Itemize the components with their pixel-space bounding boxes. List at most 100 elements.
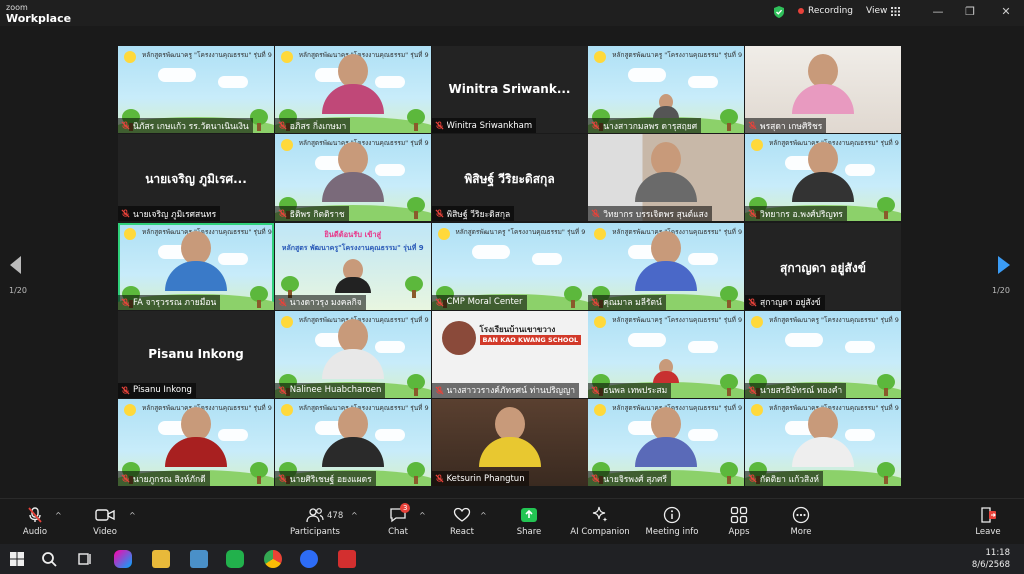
participant-tile[interactable]: หลักสูตรพัฒนาครู "โครงงานคุณธรรม" รุ่นที… xyxy=(274,399,431,486)
recording-indicator[interactable]: Recording xyxy=(798,6,853,16)
course-banner-text: หลักสูตรพัฒนาครู "โครงงานคุณธรรม" รุ่นที… xyxy=(612,315,743,324)
search-icon[interactable] xyxy=(40,550,58,568)
more-button[interactable]: More xyxy=(787,505,815,537)
muted-mic-icon xyxy=(434,209,444,218)
participant-tile[interactable]: สุกาญดา อยู่สังข์ สุกาญดา อยู่สังข์ xyxy=(745,222,901,310)
participant-tile[interactable]: หลักสูตรพัฒนาครู "โครงงานคุณธรรม" รุ่นที… xyxy=(274,134,431,222)
chat-button[interactable]: 3 Chat xyxy=(384,503,412,537)
muted-mic-icon xyxy=(434,297,444,307)
participant-tile[interactable]: นายเจริญ ภูมิเรศ... นายเจริญ ภูมิเรศสนทร xyxy=(118,134,274,222)
minimize-icon[interactable]: — xyxy=(930,4,946,20)
participant-name: นางสาวกมลพร ดารุสฤยศ xyxy=(603,121,698,132)
more-label: More xyxy=(790,527,812,537)
participant-video xyxy=(635,142,698,203)
prev-page-arrow-icon[interactable] xyxy=(10,256,22,274)
participant-tile[interactable]: พรสุดา เกษศิริชร xyxy=(745,46,901,133)
participant-name: พิสิษฐ์ วีริยะดิสกุล xyxy=(446,209,511,220)
participant-tile[interactable]: หลักสูตรพัฒนาครู "โครงงานคุณธรรม" รุ่นที… xyxy=(274,46,431,133)
line-app-icon[interactable] xyxy=(226,550,244,568)
view-button[interactable]: View xyxy=(866,6,901,16)
participants-count: 478 xyxy=(327,511,344,521)
participant-name-tag: ธิติพร กิตติราช xyxy=(274,206,349,222)
chrome-icon[interactable] xyxy=(264,550,282,568)
audio-options-chevron-icon[interactable]: ^ xyxy=(55,511,62,520)
participant-name: นายจิรพงศ์ สุภศรี xyxy=(603,474,667,485)
participant-tile[interactable]: หลักสูตรพัฒนาครู "โครงงานคุณธรรม" รุ่นที… xyxy=(588,310,745,398)
participant-video xyxy=(165,230,227,291)
react-options-chevron-icon[interactable]: ^ xyxy=(480,511,487,520)
participant-tile[interactable]: Ketsurin Phangtun xyxy=(431,399,588,486)
meeting-info-button[interactable]: Meeting info xyxy=(644,505,700,537)
participant-name: นายภูกรณ สิงห์ภักดี xyxy=(133,474,206,485)
participant-tile[interactable]: หลักสูตรพัฒนาครู "โครงงานคุณธรรม" รุ่นที… xyxy=(588,222,745,310)
participant-video xyxy=(321,142,384,203)
participant-tile[interactable]: หลักสูตรพัฒนาครู "โครงงานคุณธรรม" รุ่นที… xyxy=(588,399,745,486)
muted-mic-icon xyxy=(121,474,130,483)
notes-app-icon[interactable] xyxy=(190,550,208,568)
restore-icon[interactable]: ❐ xyxy=(962,4,978,20)
participant-tile[interactable]: Winitra Sriwank... Winitra Sriwankham xyxy=(431,46,588,133)
ai-companion-button[interactable]: AI Companion xyxy=(568,505,632,537)
pdf-reader-icon[interactable] xyxy=(338,550,356,568)
task-view-icon[interactable] xyxy=(76,550,94,568)
system-clock[interactable]: 11:18 8/6/2568 xyxy=(972,547,1010,571)
participant-tile[interactable]: หลักสูตรพัฒนาครู "โครงงานคุณธรรม" รุ่นที… xyxy=(118,46,274,133)
participant-name-tag: Ketsurin Phangtun xyxy=(431,471,529,486)
logo-bottom-text: Workplace xyxy=(6,12,72,25)
close-icon[interactable]: ✕ xyxy=(998,4,1014,20)
share-button[interactable]: Share xyxy=(514,505,544,537)
info-icon xyxy=(663,506,681,524)
participant-tile[interactable]: หลักสูตรพัฒนาครู "โครงงานคุณธรรม" รุ่นที… xyxy=(118,222,274,310)
recording-label: Recording xyxy=(808,6,854,16)
participant-tile[interactable]: หลักสูตรพัฒนาครู "โครงงานคุณธรรม" รุ่นที… xyxy=(588,46,745,133)
participant-display-name: สุกาญดา อยู่สังข์ xyxy=(780,260,866,275)
participants-button[interactable]: Participants xyxy=(290,505,340,537)
participant-name: Nalinee Huabcharoen xyxy=(289,385,382,396)
participant-tile[interactable]: พิสิษฐ์ วีริยะดิสกุล พิสิษฐ์ วีริยะดิสกุล xyxy=(431,134,588,222)
participant-tile[interactable]: หลักสูตรพัฒนาครู "โครงงานคุณธรรม" รุ่นที… xyxy=(745,310,901,398)
zoom-taskbar-icon[interactable] xyxy=(300,550,318,568)
participant-name-tag: นางสาวกมลพร ดารุสฤยศ xyxy=(588,118,702,133)
copilot-icon[interactable] xyxy=(114,550,132,568)
sun-decoration-icon xyxy=(594,404,607,416)
participant-tile[interactable]: หลักสูตรพัฒนาครู "โครงงานคุณธรรม" รุ่นที… xyxy=(745,399,901,486)
audio-button[interactable]: Audio xyxy=(20,505,50,537)
chat-options-chevron-icon[interactable]: ^ xyxy=(419,511,426,520)
participant-tile[interactable]: Pisanu Inkong Pisanu Inkong xyxy=(118,310,274,398)
next-page-arrow-icon[interactable] xyxy=(998,256,1010,274)
participant-tile[interactable]: หลักสูตรพัฒนาครู "โครงงานคุณธรรม" รุ่นที… xyxy=(118,399,274,486)
participant-name: วิทยากร อ.พงศ์ปริญทร xyxy=(760,209,843,220)
title-bar: zoom Workplace Recording View — ❐ ✕ xyxy=(0,0,1024,26)
participants-options-chevron-icon[interactable]: ^ xyxy=(351,511,358,520)
apps-button[interactable]: Apps xyxy=(725,505,753,537)
sun-decoration-icon xyxy=(437,227,450,240)
react-button[interactable]: React xyxy=(448,505,476,537)
sun-decoration-icon xyxy=(124,404,136,416)
participant-name: Winitra Sriwankham xyxy=(446,120,533,131)
participant-tile[interactable]: โรงเรียนบ้านเขาขวาง BAN KAO KWANG SCHOOL น… xyxy=(431,310,588,398)
encryption-shield-icon[interactable] xyxy=(772,5,786,19)
participant-name-tag: คุณมาล มลีรัตน์ xyxy=(588,294,666,310)
participant-name-tag: นายศิริเชษฐ์ อยงแผดร xyxy=(274,471,376,486)
participant-tile[interactable]: หลักสูตรพัฒนาครู "โครงงานคุณธรรม" รุ่นที… xyxy=(274,310,431,398)
leave-button[interactable]: Leave xyxy=(974,505,1002,537)
participant-tile[interactable]: วิทยากร บรรเจิดพร สุนต์แสง xyxy=(588,134,745,222)
meeting-info-label: Meeting info xyxy=(645,527,699,537)
file-explorer-icon[interactable] xyxy=(152,550,170,568)
video-button[interactable]: Video xyxy=(90,505,120,537)
participant-name: วิทยากร บรรเจิดพร สุนต์แสง xyxy=(603,209,708,220)
heart-icon xyxy=(453,507,471,522)
leave-door-icon xyxy=(981,507,996,523)
participant-tile[interactable]: ยินดีต้อนรับ เข้าสู่ หลักสูตร พัฒนาครู"โค… xyxy=(274,222,431,310)
share-screen-icon xyxy=(521,508,537,522)
participant-tile[interactable]: หลักสูตรพัฒนาครู "โครงงานคุณธรรม" รุ่นที… xyxy=(431,222,588,310)
windows-start-icon[interactable] xyxy=(8,550,26,568)
participant-tile[interactable]: หลักสูตรพัฒนาครู "โครงงานคุณธรรม" รุ่นที… xyxy=(745,134,901,222)
participant-name: Pisanu Inkong xyxy=(133,385,192,396)
participant-name: ธนพล เทพประสม xyxy=(603,386,668,397)
page-indicator-left: 1/20 xyxy=(9,286,27,295)
video-options-chevron-icon[interactable]: ^ xyxy=(129,511,136,520)
school-name-english: BAN KAO KWANG SCHOOL xyxy=(479,334,582,345)
app-logo: zoom Workplace xyxy=(6,2,71,24)
participant-name: นิภัสร เกษแก้ว รร.วัดนาเนินเงิน xyxy=(133,121,249,132)
